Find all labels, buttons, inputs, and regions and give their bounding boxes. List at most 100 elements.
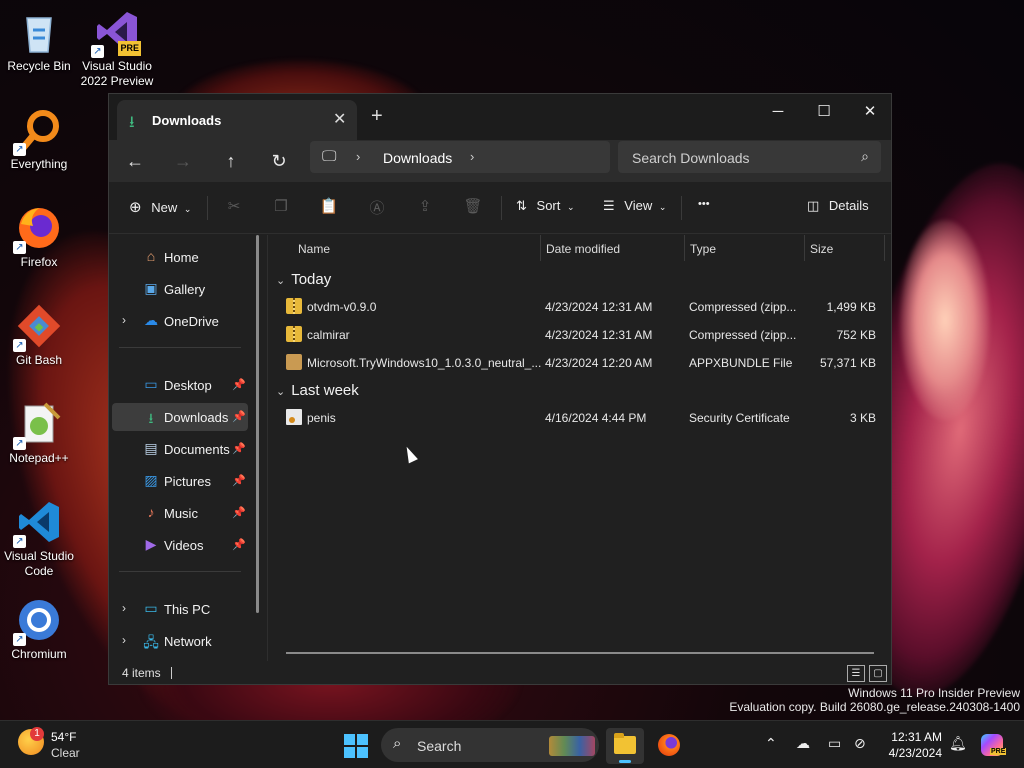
horizontal-scrollbar[interactable] <box>286 652 874 654</box>
group-header-last-week[interactable]: ⌄ Last week <box>276 382 359 399</box>
notification-bell-icon[interactable]: 🔔︎ <box>949 735 967 752</box>
desktop-icon-notepad-plus-plus[interactable]: ↗ Notepad++ <box>0 400 78 466</box>
share-icon[interactable]: ⇪ <box>415 197 435 215</box>
sort-icon: ⇅ <box>516 198 527 213</box>
more-options-button[interactable]: ••• <box>698 198 710 210</box>
breadcrumb-downloads[interactable]: Downloads <box>383 150 452 166</box>
sidebar-item-network[interactable]: › 🖧 Network <box>112 627 248 655</box>
sidebar-item-gallery[interactable]: ▣ Gallery <box>112 275 248 303</box>
pin-icon[interactable]: 📌 <box>232 538 246 551</box>
column-divider[interactable] <box>884 235 885 261</box>
chevron-right-icon[interactable]: › <box>122 633 126 647</box>
git-icon: ↗ <box>13 302 63 352</box>
file-date: 4/23/2024 12:31 AM <box>545 300 653 314</box>
taskbar-search[interactable]: ⌕ Search <box>381 728 599 762</box>
pin-icon[interactable]: 📌 <box>232 378 246 391</box>
forward-button[interactable]: → <box>169 148 197 174</box>
download-icon: ⭳ <box>129 114 135 131</box>
chevron-down-icon: ⌄ <box>276 275 286 287</box>
view-button[interactable]: ☰ View ⌄ <box>603 198 666 214</box>
new-button[interactable]: ⊕ New ⌄ <box>129 198 191 216</box>
sidebar-item-documents[interactable]: ▤ Documents 📌 <box>112 435 248 463</box>
chevron-right-icon[interactable]: › <box>122 313 126 327</box>
desktop-icon-vscode[interactable]: ↗ Visual Studio Code <box>0 498 78 579</box>
sidebar-scrollbar[interactable] <box>256 235 259 613</box>
view-label: View <box>624 198 653 213</box>
column-header-size[interactable]: Size <box>810 242 833 256</box>
file-row[interactable]: otvdm-v0.9.0 4/23/2024 12:31 AM Compress… <box>278 293 884 321</box>
watermark-line: Evaluation copy. Build 26080.ge_release.… <box>729 700 1020 714</box>
breadcrumb-chevron-icon[interactable]: › <box>470 149 474 164</box>
desktop-icon-visual-studio[interactable]: ↗ PRE Visual Studio 2022 Preview <box>78 8 156 89</box>
copy-icon[interactable]: ❐ <box>271 197 291 215</box>
delete-icon[interactable]: 🗑 <box>463 197 483 215</box>
sidebar-item-this-pc[interactable]: › ▭ This PC <box>112 595 248 623</box>
cut-icon[interactable]: ✂ <box>224 197 244 215</box>
network-icon[interactable]: ⊘ <box>854 735 866 752</box>
column-header-date-modified[interactable]: Date modified <box>546 242 620 256</box>
toolbar-divider <box>501 196 502 220</box>
magnifier-icon: ↗ <box>13 106 63 156</box>
chevron-up-icon[interactable]: ⌃ <box>765 735 777 752</box>
sidebar-item-pictures[interactable]: ▨ Pictures 📌 <box>112 467 248 495</box>
clock-date[interactable]: 4/23/2024 <box>878 746 942 760</box>
taskbar-firefox[interactable] <box>650 728 688 764</box>
sidebar-item-home[interactable]: ⌂ Home <box>112 243 248 271</box>
clock-time[interactable]: 12:31 AM <box>884 730 942 744</box>
cloud-offline-icon[interactable]: ☁ <box>796 735 810 752</box>
pin-icon[interactable]: 📌 <box>232 506 246 519</box>
tiles-view-icon[interactable]: ▢ <box>869 665 887 682</box>
windows-start-icon[interactable] <box>344 734 368 758</box>
command-bar: ⊕ New ⌄ ✂ ❐ 📋 Ⓐ ⇪ 🗑 ⇅ Sort ⌄ ☰ View ⌄ ••… <box>109 182 891 234</box>
pin-icon[interactable]: 📌 <box>232 474 246 487</box>
back-button[interactable]: ← <box>121 148 149 174</box>
minimize-button[interactable]: ─ <box>755 98 801 126</box>
column-divider[interactable] <box>540 235 541 261</box>
file-row[interactable]: penis 4/16/2024 4:44 PM Security Certifi… <box>278 404 884 432</box>
column-header-name[interactable]: Name <box>298 242 330 256</box>
paste-icon[interactable]: 📋 <box>319 197 339 215</box>
chevron-right-icon[interactable]: › <box>122 601 126 615</box>
tab-downloads[interactable]: ⭳ Downloads ✕ <box>117 100 357 140</box>
close-tab-icon[interactable]: ✕ <box>333 109 346 129</box>
desktop-icon-git-bash[interactable]: ↗ Git Bash <box>0 302 78 368</box>
desktop-icon-chromium[interactable]: ↗ Chromium <box>0 596 78 662</box>
sort-button[interactable]: ⇅ Sort ⌄ <box>516 198 575 214</box>
desktop-icon-label: Everything <box>10 157 68 171</box>
sidebar-item-label: Pictures <box>164 474 211 489</box>
sidebar-item-label: This PC <box>164 602 211 617</box>
chromium-icon: ↗ <box>13 596 63 646</box>
display-icon[interactable]: ▭ <box>828 735 841 752</box>
pin-icon[interactable]: 📌 <box>232 442 246 455</box>
wallpaper-shape <box>900 220 990 420</box>
sidebar-item-onedrive[interactable]: › ☁ OneDrive <box>112 307 248 335</box>
sidebar-item-music[interactable]: ♪ Music 📌 <box>112 499 248 527</box>
new-tab-button[interactable]: + <box>371 106 383 126</box>
sidebar-item-desktop[interactable]: ▭ Desktop 📌 <box>112 371 248 399</box>
close-button[interactable]: ✕ <box>847 98 893 126</box>
maximize-button[interactable]: ☐ <box>801 98 847 126</box>
desktop-icon-recycle-bin[interactable]: Recycle Bin <box>0 8 78 74</box>
column-divider[interactable] <box>684 235 685 261</box>
breadcrumb-chevron-icon[interactable]: › <box>356 149 360 164</box>
desktop-icon-label: Visual Studio 2022 Preview <box>80 59 154 88</box>
details-view-icon[interactable]: ☰ <box>847 665 865 682</box>
desktop-icon-everything[interactable]: ↗ Everything <box>0 106 78 172</box>
search-input[interactable]: Search Downloads ⌕ <box>618 141 881 173</box>
sidebar-item-label: Gallery <box>164 282 206 297</box>
desktop-icon-firefox[interactable]: ↗ Firefox <box>0 204 78 270</box>
column-header-type[interactable]: Type <box>690 242 716 256</box>
file-row[interactable]: calmirar 4/23/2024 12:31 AM Compressed (… <box>278 321 884 349</box>
group-header-today[interactable]: ⌄ Today <box>276 271 331 288</box>
pin-icon[interactable]: 📌 <box>232 410 246 423</box>
column-divider[interactable] <box>804 235 805 261</box>
up-button[interactable]: ↑ <box>217 148 245 174</box>
address-bar[interactable]: 🖵 › Downloads › <box>310 141 610 173</box>
sidebar-item-downloads[interactable]: ⭳ Downloads 📌 <box>112 403 248 431</box>
rename-icon[interactable]: Ⓐ <box>367 197 387 218</box>
taskbar-file-explorer[interactable] <box>606 728 644 764</box>
refresh-button[interactable]: ↻ <box>265 148 293 174</box>
file-row[interactable]: Microsoft.TryWindows10_1.0.3.0_neutral_.… <box>278 349 884 377</box>
details-pane-button[interactable]: ◫ Details <box>807 198 869 214</box>
sidebar-item-videos[interactable]: ▶ Videos 📌 <box>112 531 248 559</box>
